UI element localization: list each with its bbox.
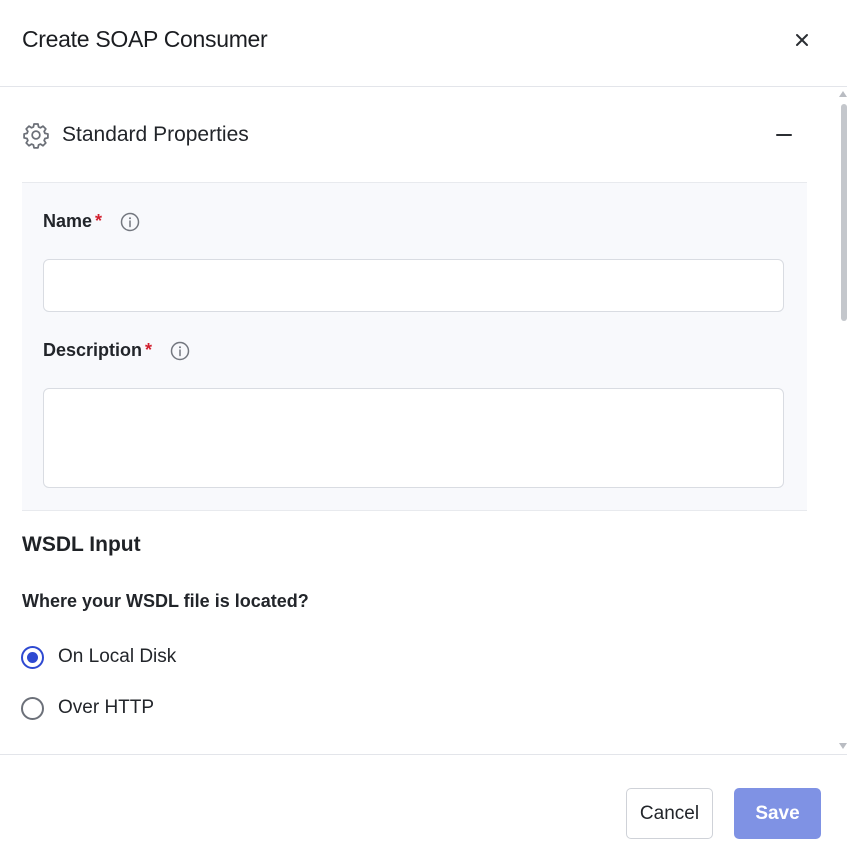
description-label-text: Description	[43, 340, 143, 360]
radio-label-over-http: Over HTTP	[58, 697, 155, 718]
name-input[interactable]	[43, 259, 784, 312]
standard-properties-header[interactable]: Standard Properties	[22, 115, 806, 155]
wsdl-location-question: Where your WSDL file is located?	[22, 591, 309, 611]
scrollbar-thumb[interactable]	[841, 104, 847, 321]
radio-option-over-http[interactable]: Over HTTP	[21, 696, 171, 722]
standard-properties-title: Standard Properties	[62, 123, 249, 146]
close-button[interactable]	[790, 28, 814, 52]
dialog-header: Create SOAP Consumer	[0, 0, 847, 87]
required-mark: *	[95, 211, 103, 231]
description-field-label: Description *	[43, 340, 152, 361]
name-field-label: Name *	[43, 211, 102, 232]
description-textarea[interactable]	[43, 388, 784, 488]
dialog-body: Standard Properties Name * Description * W…	[0, 88, 847, 754]
radio-button-unchecked[interactable]	[21, 697, 44, 720]
required-mark: *	[145, 340, 153, 360]
cancel-button[interactable]: Cancel	[626, 788, 713, 839]
name-label-text: Name	[43, 211, 93, 231]
gear-icon	[23, 123, 49, 149]
info-icon[interactable]	[170, 341, 190, 361]
save-button[interactable]: Save	[734, 788, 821, 839]
scroll-up-arrow[interactable]	[839, 91, 847, 97]
dialog-title: Create SOAP Consumer	[22, 26, 268, 52]
radio-option-local-disk[interactable]: On Local Disk	[21, 645, 191, 671]
wsdl-input-title: WSDL Input	[22, 533, 141, 556]
standard-properties-panel: Name * Description *	[22, 182, 807, 511]
dialog-footer: Cancel Save	[0, 754, 847, 853]
radio-label-local-disk: On Local Disk	[58, 646, 177, 667]
radio-button-checked[interactable]	[21, 646, 44, 669]
info-icon[interactable]	[120, 212, 140, 232]
collapse-section-button[interactable]	[774, 123, 794, 147]
scroll-down-arrow[interactable]	[839, 743, 847, 749]
close-icon	[796, 34, 808, 46]
